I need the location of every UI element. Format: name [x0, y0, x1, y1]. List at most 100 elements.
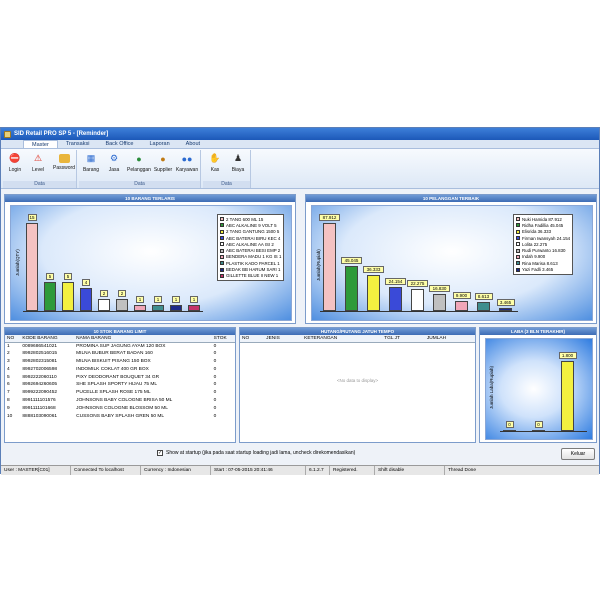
legend-swatch	[516, 223, 520, 228]
boxes-icon: ▦	[86, 153, 96, 163]
chart-bar	[26, 223, 38, 311]
legend-label: Ridha Fadillia 45.045	[522, 222, 564, 228]
no-entry-icon: ⛔	[9, 153, 21, 163]
min-stock-table: NO KODE BARANG NAMA BARANG STOK 1 0089686541…	[5, 335, 235, 420]
table-cell: PIXY DEODORANT BOUQUET 34 GR	[76, 374, 160, 380]
chart-legend: 2 TANG 600 ML 15 ABC ALKALINE 9 VOLT 52 T…	[217, 214, 285, 281]
table-cell: 3	[7, 358, 10, 364]
debts-panel: HUTANG/PIUTANG JATUH TEMPO NO JENIS KETERA…	[239, 327, 476, 443]
supplier-button[interactable]: ● Supplier	[152, 152, 174, 174]
login-button[interactable]: ⛔ Login	[5, 152, 25, 173]
biaya-button[interactable]: ♟ Biaya	[228, 152, 248, 173]
column-header: NO	[5, 335, 21, 343]
legend-label: ABC ALKALINE 9 VOLT 5	[226, 222, 277, 228]
tab-laporan[interactable]: Laporan	[141, 140, 177, 148]
table-cell: 8992702006598	[22, 366, 58, 372]
password-label: Password	[53, 165, 75, 171]
tab-transaksi[interactable]: Transaksi	[58, 140, 98, 148]
data-label: 1	[136, 296, 144, 303]
table-cell: 8992222060110	[22, 374, 57, 380]
biaya-label: Biaya	[231, 167, 245, 173]
pelanggan-button[interactable]: ● Pelanggan	[127, 152, 151, 174]
group-label: Data	[3, 181, 76, 188]
customer-icon: ●	[136, 153, 142, 164]
legend-item: ABC ALKALINE AA ISI 2	[220, 241, 281, 247]
legend-item: BEDAK BB HARUM SARI 1	[220, 266, 281, 272]
status-shift: Shift disable	[375, 466, 445, 475]
column-header: NAMA BARANG	[74, 335, 212, 343]
barang-button[interactable]: ▦ Barang	[81, 152, 101, 173]
table-cell: INDOMILK COKLAT 400 GR BOX	[76, 366, 149, 372]
startup-checkbox[interactable]: ✓	[157, 450, 163, 456]
pelanggan-label: Pelanggan	[127, 167, 151, 173]
data-label: 1	[190, 296, 198, 303]
data-label: 15	[27, 214, 37, 221]
min-stock-title: 10 STOK BARANG LIMIT	[5, 328, 235, 335]
top-items-panel: 10 BARANG TERLARIS Jumlah(QTY) 15 5 5 4 2 2 1 1…	[4, 194, 296, 324]
legend-label: BEDAK BB HARUM SARI 1	[226, 267, 281, 273]
legend-item: ABC BATERAI BIRU KEC 4	[220, 235, 281, 241]
table-cell: 8888103090061	[22, 413, 58, 419]
ribbon-tabs: Master Transaksi Back Office Laporan Abo…	[1, 140, 599, 149]
legend-label: Lolita 22.275	[522, 241, 548, 247]
status-connection: Connected To localhost	[71, 466, 141, 475]
debts-table: NO JENIS KETERANGAN TGL JT JUMLAH	[240, 335, 475, 343]
top-items-chart: Jumlah(QTY) 15 5 5 4 2 2 1 1 1 1 2 TANG 600 ML 15 A…	[10, 205, 292, 321]
legend-item: Nuki Hamida 87.912	[516, 216, 570, 222]
chart-bar	[323, 223, 336, 311]
table-cell: MILNA BUBUR BERAT BADAN 160	[76, 351, 153, 357]
legend-swatch	[516, 254, 520, 259]
data-label: 36.333	[363, 266, 384, 273]
table-cell: 4	[7, 366, 10, 372]
legend-label: ABC BATERAI BIRU KEC 4	[226, 235, 281, 241]
column-header: STOK	[211, 335, 235, 343]
profit-ylabel: Jumlah Laba(Rupiah)	[489, 365, 494, 409]
status-registration: Registered.	[330, 466, 375, 475]
table-cell: 0	[213, 366, 217, 372]
data-label: 8.613	[474, 293, 493, 300]
x-axis	[23, 311, 203, 312]
legend-swatch	[220, 217, 224, 222]
cost-icon: ♟	[233, 153, 243, 163]
window-title: SID Retail PRO SP 5 - [Reminder]	[14, 131, 109, 137]
show-at-startup[interactable]: ✓ Show at startup (jika pada saat startu…	[157, 450, 355, 456]
top-items-title: 10 BARANG TERLARIS	[5, 195, 295, 202]
table-cell: 0	[213, 405, 217, 411]
table-cell: 9	[7, 405, 10, 411]
column-header: JENIS	[264, 335, 303, 343]
column-header: KODE BARANG	[20, 335, 75, 343]
legend-label: Rudi Purwanto 16.830	[522, 248, 566, 254]
table-cell: CUSSONS BABY SPLASH GREN 50 ML	[76, 413, 165, 419]
karyawan-button[interactable]: ●● Karyawan	[175, 152, 199, 174]
chart-legend: Nuki Hamida 87.912 Ridha Fadillia 45.045 E…	[513, 214, 574, 275]
level-button[interactable]: ⚠ Level	[28, 152, 48, 173]
table-cell: 0	[213, 343, 217, 349]
ribbon-group-master-data: ▦ Barang ⚙ Jasa ● Pelanggan ● Supplier ●…	[79, 150, 201, 188]
table-cell: SHE SPLASH SPORTY HIJAU 75 ML	[76, 382, 158, 388]
top-customers-title: 10 PELANGGAN TERBAIK	[306, 195, 596, 202]
kas-button[interactable]: ✋ Kas	[205, 152, 225, 173]
legend-swatch	[220, 267, 224, 272]
legend-item: GILLETTE BLUE II NEW 1	[220, 273, 281, 279]
keluar-button[interactable]: Keluar	[561, 448, 595, 460]
table-cell: 2	[7, 351, 10, 357]
table-cell: JOHNSONS COLOGNE BLOSSOM 50 ML	[76, 405, 168, 411]
supplier-icon: ●	[160, 153, 166, 164]
tab-about[interactable]: About	[178, 140, 208, 148]
jasa-button[interactable]: ⚙ Jasa	[104, 152, 124, 173]
group-label: Data	[79, 181, 200, 188]
tab-master[interactable]: Master	[23, 140, 58, 148]
tab-back-office[interactable]: Back Office	[97, 140, 141, 148]
data-label: 16.830	[429, 285, 450, 292]
data-label: 2	[118, 290, 126, 297]
table-row: 8 8991111101576 JOHNSONS BABY COLOGNE BRIS…	[5, 397, 235, 405]
legend-label: Indah 9.900	[522, 254, 546, 260]
table-row: 6 8992694260605 SHE SPLASH SPORTY HIJAU 75…	[5, 381, 235, 389]
min-stock-panel: 10 STOK BARANG LIMIT NO KODE BARANG NAMA B…	[4, 327, 236, 443]
legend-item: Yazi Fadli 3.465	[516, 266, 570, 272]
profit-panel: LABA (3 BLN TERAKHIR) Jumlah Laba(Rupiah…	[479, 327, 597, 443]
legend-swatch	[516, 229, 520, 234]
status-thread: Thread Done	[448, 468, 476, 473]
legend-label: BENDERA MADU 1 KG IS 1	[226, 254, 282, 260]
password-button[interactable]: Password	[52, 152, 76, 171]
